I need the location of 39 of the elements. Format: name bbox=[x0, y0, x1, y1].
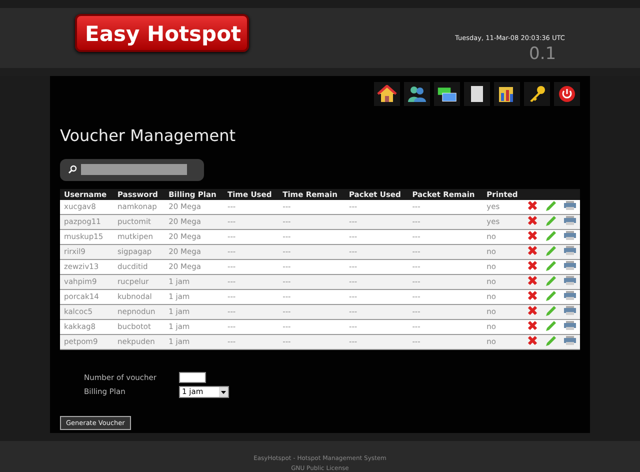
printer-icon[interactable] bbox=[564, 321, 576, 330]
toolbar-button[interactable] bbox=[494, 82, 520, 106]
delete-icon[interactable] bbox=[526, 305, 538, 316]
printer-icon[interactable] bbox=[564, 246, 576, 256]
printer-icon[interactable] bbox=[564, 336, 576, 346]
printer-icon[interactable] bbox=[564, 306, 576, 316]
toolbar-button[interactable] bbox=[464, 82, 490, 106]
delete-icon[interactable] bbox=[526, 275, 538, 286]
printer-icon[interactable] bbox=[564, 216, 576, 226]
page-icon bbox=[469, 84, 485, 103]
printer-icon[interactable] bbox=[564, 231, 576, 240]
pencil-icon[interactable] bbox=[544, 200, 557, 212]
version-number: 0.1 bbox=[529, 46, 556, 62]
users-icon bbox=[407, 84, 427, 103]
printer-icon[interactable] bbox=[564, 201, 576, 210]
toolbar-button[interactable] bbox=[554, 82, 580, 106]
power-icon bbox=[557, 84, 577, 103]
delete-icon[interactable] bbox=[526, 200, 538, 212]
delete-icon[interactable] bbox=[526, 245, 538, 256]
house-icon bbox=[377, 84, 397, 103]
toolbar-button[interactable] bbox=[404, 82, 430, 106]
printer-icon[interactable] bbox=[564, 276, 576, 286]
windows-icon bbox=[437, 84, 457, 103]
page-title: Voucher Management bbox=[60, 126, 236, 145]
toolbar-button[interactable] bbox=[524, 82, 550, 106]
search-field[interactable] bbox=[60, 158, 204, 181]
delete-icon[interactable] bbox=[526, 320, 538, 332]
printer-icon[interactable] bbox=[564, 261, 576, 270]
toolbar-button[interactable] bbox=[374, 82, 400, 106]
delete-icon[interactable] bbox=[526, 335, 538, 346]
delete-icon[interactable] bbox=[526, 290, 538, 302]
number-input[interactable] bbox=[179, 372, 206, 383]
delete-icon[interactable] bbox=[526, 230, 538, 242]
toolbar-button[interactable] bbox=[434, 82, 460, 106]
logo: Easy Hotspot bbox=[75, 14, 249, 52]
printer-icon[interactable] bbox=[564, 291, 576, 300]
delete-icon[interactable] bbox=[526, 260, 538, 272]
search-icon bbox=[68, 165, 77, 174]
delete-icon[interactable] bbox=[526, 215, 538, 226]
